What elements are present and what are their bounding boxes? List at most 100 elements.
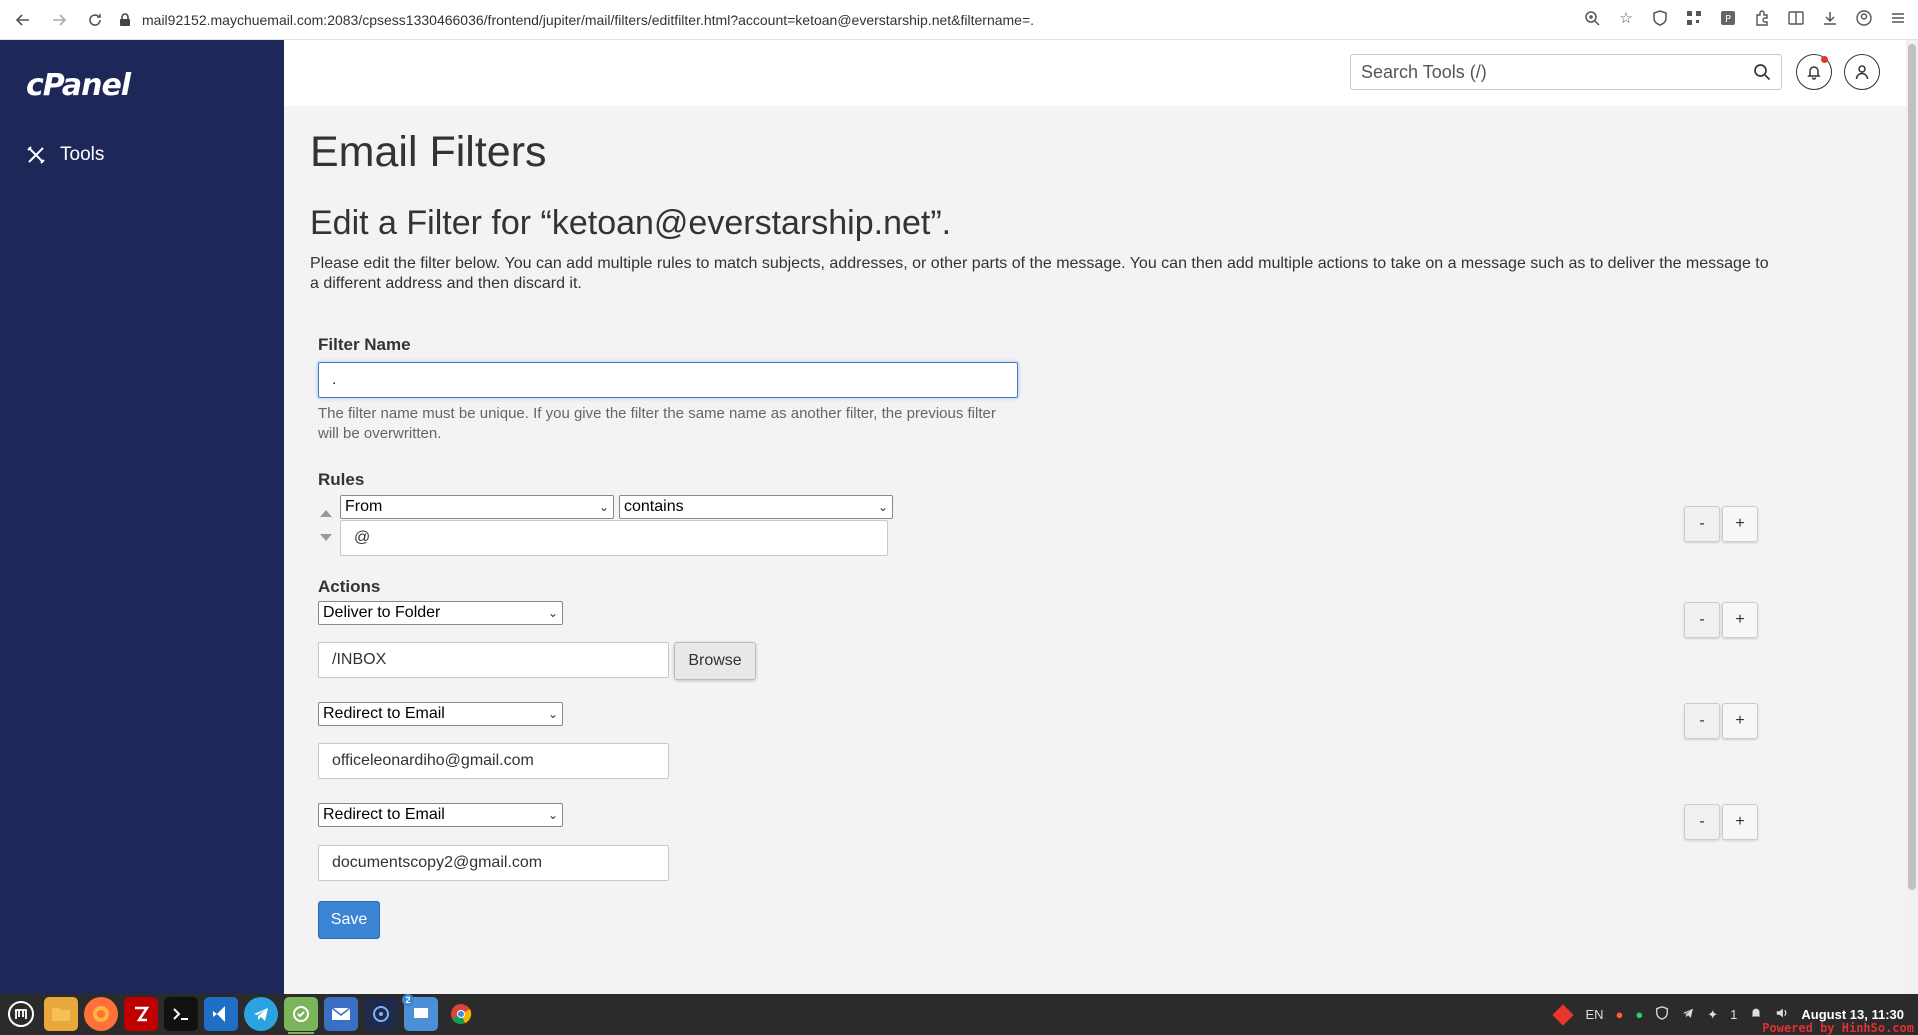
action-type-select[interactable]: Deliver to Folder ⌄: [318, 601, 563, 625]
action-type-select[interactable]: Redirect to Email ⌄: [318, 803, 563, 827]
mail-icon[interactable]: [324, 997, 358, 1031]
forward-icon[interactable]: [46, 7, 72, 33]
filter-name-label: Filter Name: [318, 335, 411, 354]
split-view-icon[interactable]: [1786, 8, 1806, 28]
page-scrollbar[interactable]: [1906, 40, 1918, 994]
save-label: Save: [330, 911, 368, 928]
main-content: Search Tools (/) Email Filters Edit a Fi…: [284, 40, 1906, 994]
notifications-button[interactable]: [1796, 54, 1832, 90]
mint-menu-icon[interactable]: [4, 997, 38, 1031]
rule-field-select[interactable]: From ⌄: [340, 495, 614, 519]
chevron-down-icon: ⌄: [547, 606, 558, 620]
shield-tray-icon[interactable]: [1655, 1006, 1669, 1023]
move-rule-down-icon[interactable]: [320, 534, 332, 541]
notification-tray-icon[interactable]: ✦: [1707, 1007, 1718, 1023]
remote-desktop-icon[interactable]: 2: [402, 994, 438, 1031]
language-indicator[interactable]: EN: [1585, 1007, 1603, 1022]
file-manager-icon[interactable]: [44, 997, 78, 1031]
sync-tray-icon[interactable]: ●: [1635, 1007, 1643, 1022]
svg-text:P: P: [1725, 14, 1731, 25]
chevron-down-icon: ⌄: [598, 500, 609, 514]
rules-label: Rules: [318, 470, 365, 489]
mint-update-icon[interactable]: [284, 997, 318, 1034]
user-icon: [1855, 65, 1869, 80]
action-type-value: Redirect to Email: [323, 705, 445, 722]
minus-label: -: [1699, 515, 1705, 532]
filter-name-input[interactable]: .: [318, 362, 1018, 398]
chevron-down-icon: ⌄: [547, 808, 558, 822]
terminal-icon[interactable]: [164, 997, 198, 1031]
qr-extension-icon[interactable]: [1684, 8, 1704, 28]
minus-label: -: [1699, 611, 1705, 628]
add-action-button[interactable]: +: [1722, 703, 1758, 739]
zoom-icon[interactable]: [1582, 8, 1602, 28]
download-icon[interactable]: [1820, 8, 1840, 28]
add-rule-button[interactable]: +: [1722, 506, 1758, 542]
action-folder-value: /INBOX: [332, 651, 387, 668]
anydesk-tray-icon[interactable]: [1552, 1003, 1575, 1026]
bookmark-star-icon[interactable]: ☆: [1616, 8, 1636, 28]
sidebar-item-label: Tools: [60, 144, 105, 165]
rule-value-input[interactable]: @: [340, 520, 888, 556]
plus-label: +: [1735, 712, 1745, 729]
clock[interactable]: August 13, 11:30: [1801, 1007, 1904, 1022]
flame-tray-icon[interactable]: ●: [1616, 1007, 1624, 1022]
action-type-value: Redirect to Email: [323, 806, 445, 823]
action-type-select[interactable]: Redirect to Email ⌄: [318, 702, 563, 726]
plus-label: +: [1735, 515, 1745, 532]
remove-action-button[interactable]: -: [1684, 804, 1720, 840]
add-action-button[interactable]: +: [1722, 804, 1758, 840]
os-taskbar: 2 EN ● ● ✦ 1 August 13, 11:30 Powered by…: [0, 994, 1918, 1035]
badge-count: 2: [402, 994, 414, 1006]
p-extension-icon[interactable]: P: [1718, 8, 1738, 28]
extensions-puzzle-icon[interactable]: [1752, 8, 1772, 28]
rule-field-value: From: [345, 498, 383, 515]
browse-button[interactable]: Browse: [674, 642, 756, 680]
chrome-icon[interactable]: [444, 997, 478, 1031]
browser-toolbar: mail92152.maychuemail.com:2083/cpsess133…: [0, 0, 1918, 40]
search-placeholder: Search Tools (/): [1361, 61, 1487, 82]
remove-action-button[interactable]: -: [1684, 602, 1720, 638]
save-button[interactable]: Save: [318, 901, 380, 939]
vscode-icon[interactable]: [204, 997, 238, 1031]
vpn-icon[interactable]: [364, 997, 398, 1031]
cpanel-logo[interactable]: cPanel: [26, 68, 131, 103]
filezilla-icon[interactable]: [124, 997, 158, 1031]
back-icon[interactable]: [10, 7, 36, 33]
profile-icon[interactable]: [1854, 8, 1874, 28]
reload-icon[interactable]: [82, 7, 108, 33]
bell-tray-icon[interactable]: [1749, 1006, 1763, 1023]
firefox-icon[interactable]: [84, 997, 118, 1031]
telegram-tray-icon[interactable]: [1681, 1006, 1695, 1023]
scrollbar-thumb[interactable]: [1908, 44, 1916, 890]
notification-count: 1: [1730, 1007, 1738, 1022]
redirect-email-value: officeleonardiho@gmail.com: [332, 752, 534, 769]
redirect-email-value: documentscopy2@gmail.com: [332, 854, 543, 871]
lock-icon: [120, 13, 130, 26]
menu-icon[interactable]: [1888, 8, 1908, 28]
telegram-icon[interactable]: [244, 997, 278, 1031]
notification-dot: [1821, 56, 1828, 63]
remove-action-button[interactable]: -: [1684, 703, 1720, 739]
search-icon: [1754, 64, 1771, 81]
add-action-button[interactable]: +: [1722, 602, 1758, 638]
move-rule-up-icon[interactable]: [320, 510, 332, 517]
rule-operator-select[interactable]: contains ⌄: [619, 495, 893, 519]
address-bar[interactable]: mail92152.maychuemail.com:2083/cpsess133…: [118, 6, 1638, 34]
section-title: Edit a Filter for “ketoan@everstarship.n…: [310, 204, 952, 242]
plus-label: +: [1735, 813, 1745, 830]
user-menu-button[interactable]: [1844, 54, 1880, 90]
redirect-email-input[interactable]: documentscopy2@gmail.com: [318, 845, 669, 881]
redirect-email-input[interactable]: officeleonardiho@gmail.com: [318, 743, 669, 779]
search-tools-input[interactable]: Search Tools (/): [1350, 54, 1782, 90]
watermark-text: Powered by HinhSo.com: [1762, 1021, 1914, 1035]
url-text: mail92152.maychuemail.com:2083/cpsess133…: [142, 12, 1035, 28]
shield-extension-icon[interactable]: [1650, 8, 1670, 28]
rule-operator-value: contains: [624, 498, 684, 515]
sidebar-item-tools[interactable]: Tools: [26, 144, 104, 166]
remove-rule-button[interactable]: -: [1684, 506, 1720, 542]
top-header: Search Tools (/): [284, 40, 1906, 106]
action-folder-input[interactable]: /INBOX: [318, 642, 669, 678]
browse-label: Browse: [688, 652, 742, 669]
actions-label: Actions: [318, 577, 381, 596]
